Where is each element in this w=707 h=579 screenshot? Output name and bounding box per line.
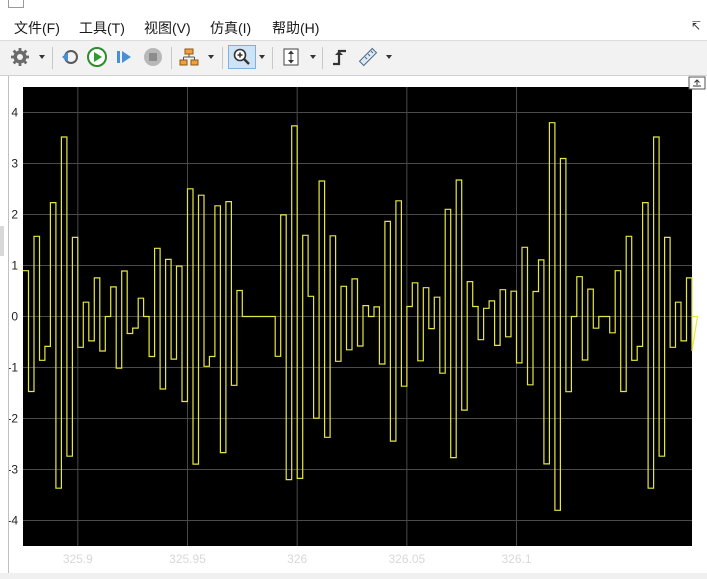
title-bar [0,0,707,12]
y-tick-label: -3 [9,463,18,477]
step-forward-button[interactable] [112,45,136,69]
step-back-button[interactable] [58,45,82,69]
undock-button[interactable] [688,76,706,90]
step-back-icon [62,50,78,64]
fit-to-view-icon [283,48,299,66]
step-forward-icon [117,51,131,63]
ruler-icon [358,47,378,67]
menu-help[interactable]: 帮助(H) [272,18,319,38]
signal-tree-icon [179,48,199,66]
settings-button[interactable] [8,45,32,69]
y-tick-labels: 4 3 2 1 0 -1 -2 -3 -4 [7,106,18,528]
menu-tools[interactable]: 工具(T) [79,18,125,38]
triggers-button[interactable] [328,45,352,69]
x-tick-label: 325.95 [169,552,206,566]
x-tick-label: 326 [287,552,307,566]
y-tick-label: 0 [11,310,18,324]
toolbar-separator [52,47,53,69]
y-tick-label: 3 [11,157,18,171]
menu-file[interactable]: 文件(F) [14,18,60,38]
gear-icon [11,48,29,66]
x-tick-label: 326.05 [389,552,426,566]
y-tick-label: 4 [11,106,18,120]
trigger-icon [333,49,346,66]
highlight-block-button[interactable] [177,45,201,69]
toolbar-separator [171,47,172,69]
y-tick-label: -4 [9,514,18,528]
settings-dropdown-arrow[interactable] [39,55,45,59]
menu-view[interactable]: 视图(V) [144,18,191,38]
toolbar-separator [322,47,323,69]
menu-bar: 文件(F) 工具(T) 视图(V) 仿真(I) 帮助(H) ↸ [0,12,707,40]
menu-simulation[interactable]: 仿真(I) [210,18,251,38]
scale-dropdown-arrow[interactable] [310,55,316,59]
status-bar [0,573,707,579]
run-button[interactable] [85,45,109,69]
scale-axes-button[interactable] [279,45,303,69]
y-tick-label: -1 [9,361,18,375]
y-tick-label: 2 [11,208,18,222]
scope-axes-panel: 4 3 2 1 0 -1 -2 -3 -4 325.9 325.95 326 326.05 326.1 [7,76,707,573]
window-icon [8,0,24,8]
y-tick-label: -2 [9,412,18,426]
measurements-button[interactable] [356,45,380,69]
zoom-in-icon [233,48,250,65]
zoom-button[interactable] [228,45,256,69]
toolbar-separator [272,47,273,69]
side-edge [0,226,4,256]
stop-icon [144,48,162,66]
zoom-dropdown-arrow[interactable] [259,55,265,59]
x-tick-label: 326.1 [502,552,532,566]
toolbar-separator [222,47,223,69]
x-tick-labels: 325.9 325.95 326 326.05 326.1 [63,552,532,566]
play-icon [87,47,107,67]
y-tick-label: 1 [11,259,18,273]
pin-arrow-icon[interactable]: ↸ [691,19,701,33]
toolbar [0,40,707,76]
x-tick-label: 325.9 [63,552,93,566]
stop-button[interactable] [141,45,165,69]
highlight-dropdown-arrow[interactable] [208,55,214,59]
measurements-dropdown-arrow[interactable] [386,55,392,59]
scope-plot[interactable]: 4 3 2 1 0 -1 -2 -3 -4 325.9 325.95 326 326.05 326.1 [7,76,707,573]
